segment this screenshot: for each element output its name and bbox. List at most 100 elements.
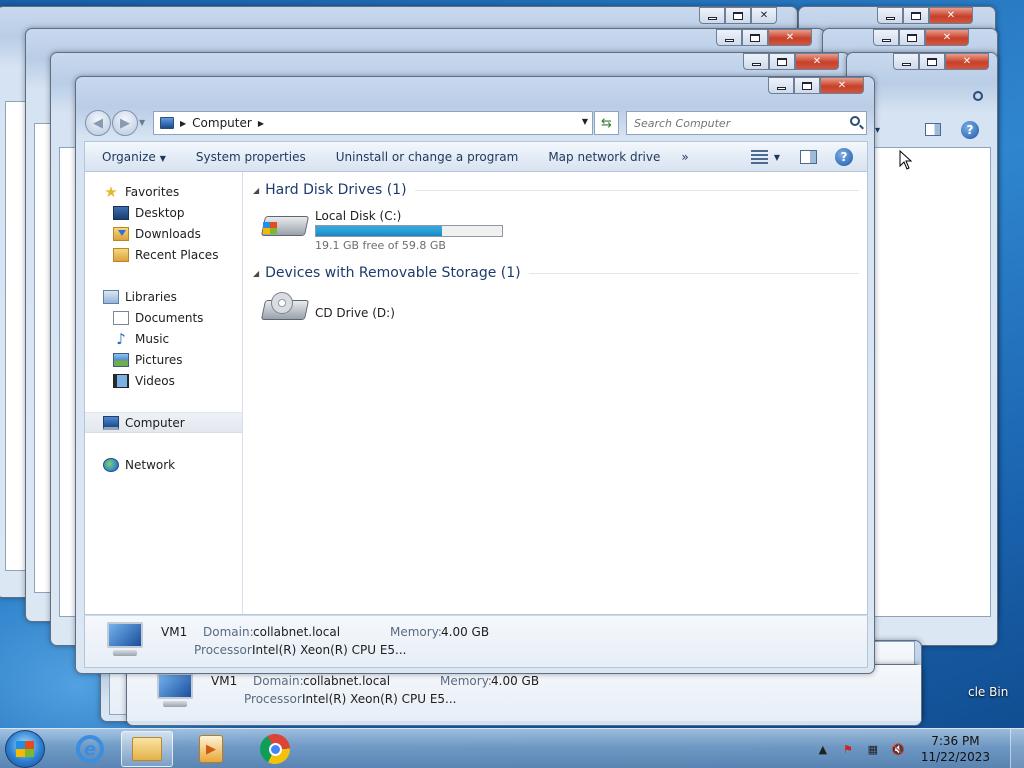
preview-pane-icon[interactable] <box>925 123 941 136</box>
chevron-down-icon: ▼ <box>159 153 166 163</box>
show-desktop-button[interactable] <box>1010 729 1024 768</box>
chrome-icon <box>260 734 290 764</box>
computer-name: VM1 <box>161 625 188 639</box>
close-button[interactable]: ✕ <box>945 53 989 70</box>
search-input[interactable] <box>627 116 837 130</box>
system-properties-button[interactable]: System properties <box>181 150 321 164</box>
nav-item-videos[interactable]: Videos <box>113 370 175 391</box>
nav-item-documents[interactable]: Documents <box>113 307 203 328</box>
minimize-button[interactable] <box>893 53 919 70</box>
clock[interactable]: 7:36 PM 11/22/2023 <box>921 733 990 765</box>
close-button[interactable]: ✕ <box>820 77 864 94</box>
nav-item-libraries[interactable]: Libraries <box>103 286 177 307</box>
maximize-button[interactable] <box>769 53 795 70</box>
close-button[interactable]: ✕ <box>751 7 777 24</box>
taskbar-windows-explorer[interactable] <box>121 731 173 767</box>
nav-item-recent-places[interactable]: Recent Places <box>113 244 218 265</box>
nav-item-pictures[interactable]: Pictures <box>113 349 183 370</box>
maximize-button[interactable] <box>742 29 768 46</box>
drive-local-disk-c[interactable]: Local Disk (C:) 19.1 GB free of 59.8 GB <box>260 208 503 252</box>
nav-item-favorites[interactable]: ★ Favorites <box>103 181 179 202</box>
volume-muted-icon[interactable]: 🔇 <box>890 742 906 756</box>
map-network-drive-button[interactable]: Map network drive <box>533 150 675 164</box>
taskbar: e ▶ ▲ ⚑ ▦ 🔇 7:36 PM 11/22/2023 <box>0 728 1024 768</box>
action-center-flag-icon[interactable]: ⚑ <box>840 742 856 756</box>
minimize-button[interactable] <box>873 29 899 46</box>
preview-pane-icon[interactable] <box>800 150 817 164</box>
close-button[interactable]: ✕ <box>768 29 812 46</box>
navigation-pane: ★ Favorites Desktop Downloads Recent Plac… <box>85 172 243 614</box>
nav-item-network[interactable]: Network <box>103 454 175 475</box>
maximize-button[interactable] <box>903 7 929 24</box>
search-icon[interactable] <box>973 91 983 101</box>
close-button[interactable]: ✕ <box>795 53 839 70</box>
breadcrumb-arrow-icon[interactable]: ▶ <box>258 119 264 128</box>
recycle-bin-label[interactable]: cle Bin <box>968 685 1008 699</box>
back-button[interactable]: ◀ <box>85 110 111 136</box>
domain-value: collabnet.local <box>303 674 391 688</box>
search-icon[interactable] <box>850 116 860 126</box>
command-bar: Organize ▼ System properties Uninstall or… <box>84 141 868 171</box>
close-button[interactable]: ✕ <box>925 29 969 46</box>
computer-icon <box>153 673 197 711</box>
maximize-button[interactable] <box>919 53 945 70</box>
collapse-triangle-icon[interactable]: ◢ <box>253 269 259 278</box>
minimize-button[interactable] <box>743 53 769 70</box>
start-button[interactable] <box>5 730 45 768</box>
film-strip-icon <box>113 373 129 388</box>
drive-cd-d[interactable]: CD Drive (D:) <box>260 292 395 326</box>
taskbar-chrome[interactable] <box>249 731 301 767</box>
taskbar-media-player[interactable]: ▶ <box>185 731 237 767</box>
nav-item-downloads[interactable]: Downloads <box>113 223 201 244</box>
breadcrumb-arrow-icon[interactable]: ▶ <box>180 119 186 128</box>
nav-item-label: Recent Places <box>135 247 219 262</box>
maximize-button[interactable] <box>899 29 925 46</box>
group-divider <box>414 189 859 191</box>
nav-item-computer[interactable]: Computer <box>85 412 242 433</box>
memory-label: Memory: <box>440 674 492 688</box>
group-header-hard-disk-drives[interactable]: ◢ Hard Disk Drives (1) <box>253 180 859 200</box>
view-options-chevron-icon[interactable]: ▼ <box>774 153 780 162</box>
breadcrumb-computer[interactable]: Computer <box>192 116 252 130</box>
cd-drive-icon <box>260 292 310 326</box>
computer-explorer-window[interactable]: ✕ ◀ ▶ ▼ ▶ Computer ▶ ▼ ⇆ Organize▼ Syste… <box>75 76 875 674</box>
minimize-button[interactable] <box>716 29 742 46</box>
refresh-button[interactable]: ⇆ <box>594 111 619 135</box>
search-box[interactable] <box>626 111 867 135</box>
nav-item-music[interactable]: ♪ Music <box>113 328 169 349</box>
nav-item-label: Network <box>125 457 176 472</box>
group-header-removable-storage[interactable]: ◢ Devices with Removable Storage (1) <box>253 263 859 283</box>
group-title: Hard Disk Drives (1) <box>265 182 407 198</box>
address-dropdown-icon[interactable]: ▼ <box>582 117 588 126</box>
clock-time: 7:36 PM <box>931 734 980 748</box>
forward-button[interactable]: ▶ <box>112 110 138 136</box>
help-icon[interactable]: ? <box>961 121 979 139</box>
collapse-triangle-icon[interactable]: ◢ <box>253 186 259 195</box>
minimize-button[interactable] <box>768 77 794 94</box>
uninstall-program-button[interactable]: Uninstall or change a program <box>321 150 534 164</box>
more-commands-button[interactable]: » <box>675 150 694 164</box>
network-status-icon[interactable]: ▦ <box>865 742 881 756</box>
show-hidden-icons-chevron-icon[interactable]: ▲ <box>815 742 831 756</box>
minimize-button[interactable] <box>699 7 725 24</box>
help-icon[interactable]: ? <box>835 148 853 166</box>
minimize-button[interactable] <box>877 7 903 24</box>
change-view-icon[interactable]: ▾ <box>875 125 880 136</box>
refresh-icon: ⇆ <box>601 115 612 131</box>
forward-arrow-icon: ▶ <box>120 115 130 131</box>
organize-button[interactable]: Organize ▼ <box>85 150 181 164</box>
processor-label: Processor: <box>244 692 306 706</box>
taskbar-internet-explorer[interactable]: e <box>64 731 116 767</box>
memory-value: 4.00 GB <box>491 674 540 688</box>
maximize-button[interactable] <box>794 77 820 94</box>
close-button[interactable]: ✕ <box>929 7 973 24</box>
change-view-icon[interactable] <box>750 150 768 164</box>
recent-pages-dropdown[interactable]: ▼ <box>139 118 145 127</box>
nav-item-desktop[interactable]: Desktop <box>113 202 185 223</box>
windows-logo-icon <box>16 741 34 757</box>
maximize-button[interactable] <box>725 7 751 24</box>
back-arrow-icon: ◀ <box>93 115 103 131</box>
address-bar[interactable]: ▶ Computer ▶ ▼ <box>153 111 593 135</box>
nav-item-label: Pictures <box>135 352 183 367</box>
navigation-bar: ◀ ▶ ▼ ▶ Computer ▶ ▼ ⇆ <box>85 110 867 136</box>
